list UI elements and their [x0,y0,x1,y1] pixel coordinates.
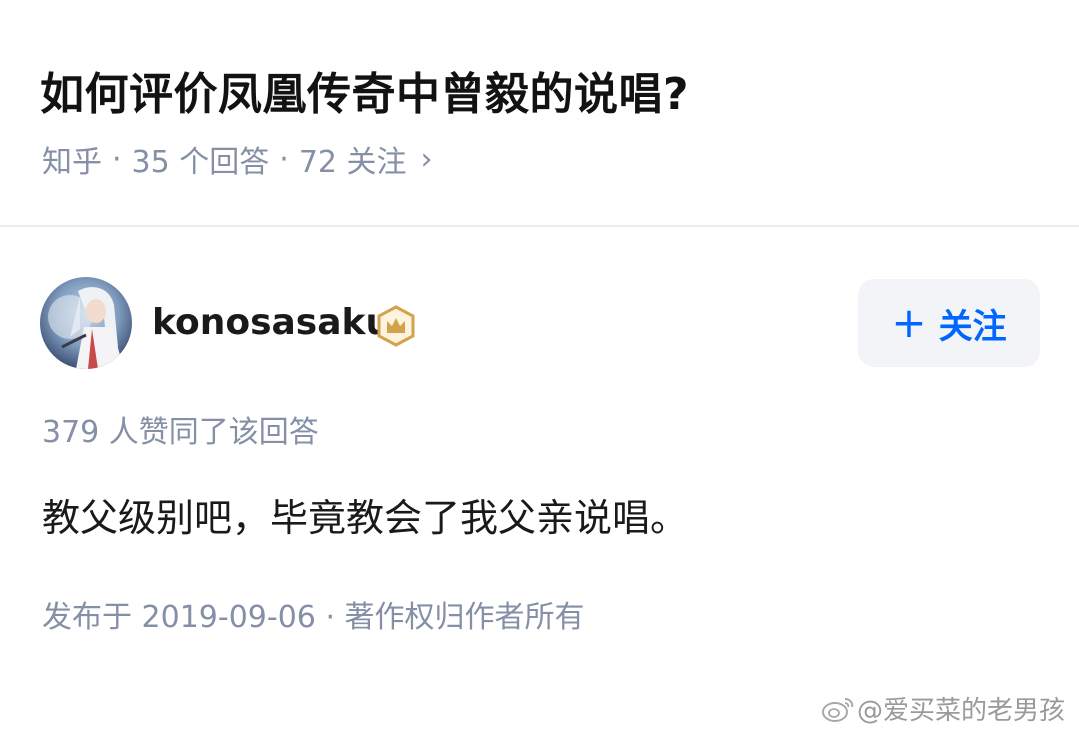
watermark: @爱买菜的老男孩 [821,690,1065,727]
meta-separator: · [112,141,122,177]
follow-button-label: 关注 [938,306,1007,347]
publish-date: 发布于 2019-09-06 [42,600,316,635]
source-label: 知乎 [42,145,102,180]
plus-icon: + [891,298,927,347]
follow-button[interactable]: + 关注 [858,279,1040,367]
copyright-notice: 著作权归作者所有 [344,600,585,635]
question-header: 如何评价凤凰传奇中曾毅的说唱? 知乎 · 35 个回答 · 72 关注 › [0,0,1079,225]
question-title[interactable]: 如何评价凤凰传奇中曾毅的说唱? [40,58,689,122]
watermark-text: @爱买菜的老男孩 [856,696,1065,726]
chevron-right-icon[interactable]: › [421,142,433,177]
question-meta[interactable]: 知乎 · 35 个回答 · 72 关注 › [42,137,433,181]
section-divider [0,225,1079,227]
author-avatar[interactable] [40,277,132,369]
answer-content[interactable]: 教父级别吧，毕竟教会了我父亲说唱。 [42,487,688,542]
author-name[interactable]: konosasaku [152,302,391,343]
followers-count: 72 关注 [298,145,407,180]
answer-footer: 发布于 2019-09-06 · 著作权归作者所有 [42,592,585,636]
crown-badge-icon [377,305,415,347]
anime-avatar-icon [40,277,132,369]
meta-separator: · [279,141,289,177]
answers-count: 35 个回答 [131,145,270,180]
weibo-logo-icon [821,697,854,722]
upvotes-count[interactable]: 379 人赞同了该回答 [42,407,319,451]
footer-separator: · [325,600,345,635]
